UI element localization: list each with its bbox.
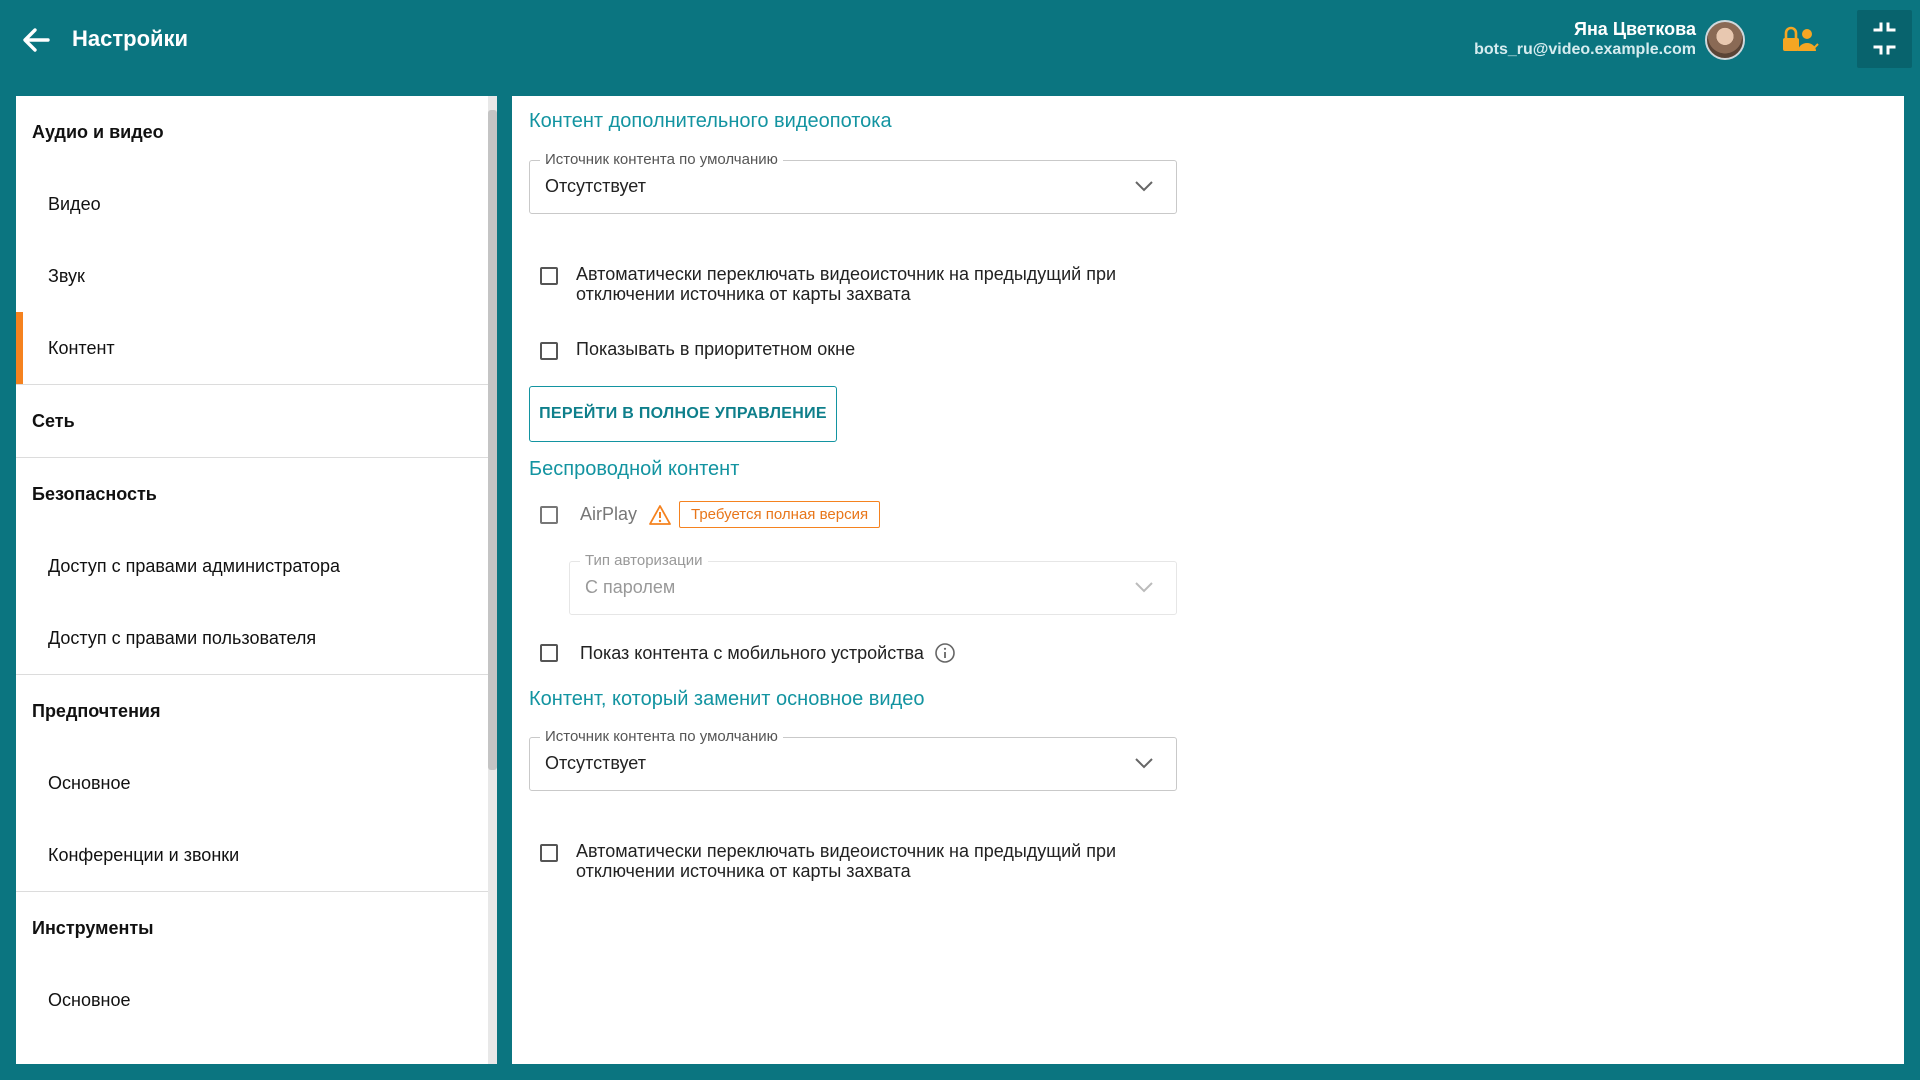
mobile-content-row[interactable]: Показ контента с мобильного устройства [540, 642, 956, 664]
auto-switch-checkbox[interactable] [540, 267, 558, 285]
chevron-down-icon [1135, 181, 1153, 192]
nav-section-network: Сеть [16, 385, 496, 458]
page-title: Настройки [72, 26, 189, 51]
user-name: Яна Цветкова [1574, 19, 1696, 39]
sidebar-item-preferences-general[interactable]: Основное [16, 747, 496, 819]
sidebar-item-admin-access[interactable]: Доступ с правами администратора [16, 530, 496, 602]
nav-section-tools: Инструменты Основное П... [16, 892, 496, 1064]
priority-window-checkbox-row[interactable]: Показывать в приоритетном окне [540, 339, 855, 360]
sidebar-scrollbar[interactable] [488, 96, 497, 1064]
full-version-required-badge: Требуется полная версия [679, 501, 881, 528]
section-title-replace-main: Контент, который заменит основное видео [529, 688, 925, 710]
content-settings-panel: Контент дополнительного видеопотока Исто… [512, 96, 1904, 1064]
sidebar-item-sound[interactable]: Звук [16, 240, 496, 312]
full-control-button[interactable]: ПЕРЕЙТИ В ПОЛНОЕ УПРАВЛЕНИЕ [529, 386, 837, 442]
chevron-down-icon [1135, 758, 1153, 769]
scrollbar-thumb[interactable] [488, 110, 497, 770]
section-title-secondary-stream: Контент дополнительного видеопотока [529, 110, 892, 132]
nav-header: Предпочтения [32, 701, 161, 721]
sidebar-item-tools-next[interactable]: П... [16, 1036, 496, 1064]
select-value: Отсутствует [545, 176, 646, 196]
top-bar: Настройки Яна Цветкова bots_ru@video.exa… [0, 0, 1920, 80]
select-label: Тип авторизации [580, 552, 708, 569]
replace-source-select[interactable]: Источник контента по умолчанию Отсутству… [529, 728, 1177, 791]
lock-user-icon[interactable] [1780, 22, 1820, 58]
collapse-fullscreen-button[interactable] [1857, 10, 1912, 68]
select-label: Источник контента по умолчанию [540, 728, 783, 745]
nav-header: Безопасность [32, 484, 157, 504]
nav-header: Инструменты [32, 918, 154, 938]
sidebar-item-user-access[interactable]: Доступ с правами пользователя [16, 602, 496, 674]
select-value: Отсутствует [545, 753, 646, 773]
airplay-row: AirPlay Требуется полная версия [540, 501, 881, 528]
auth-type-select: Тип авторизации С паролем [569, 552, 1177, 615]
select-label: Источник контента по умолчанию [540, 151, 783, 168]
chevron-down-icon [1135, 582, 1153, 593]
airplay-checkbox[interactable] [540, 505, 558, 524]
section-title-wireless: Беспроводной контент [529, 458, 740, 480]
auto-switch-checkbox-row[interactable]: Автоматически переключать видеоисточник … [540, 264, 1176, 304]
back-arrow-icon[interactable] [18, 22, 54, 58]
sidebar-item-tools-general[interactable]: Основное [16, 964, 496, 1036]
avatar[interactable] [1705, 20, 1745, 60]
settings-sidebar: Аудио и видео Видео Звук Контент Сеть Бе… [16, 96, 496, 1064]
secondary-source-select[interactable]: Источник контента по умолчанию Отсутству… [529, 151, 1177, 214]
sidebar-item-network[interactable]: Сеть [16, 385, 496, 457]
user-info: Яна Цветкова bots_ru@video.example.com [1474, 18, 1696, 60]
warning-icon [649, 504, 671, 525]
airplay-label: AirPlay [580, 504, 638, 524]
nav-header: Аудио и видео [32, 122, 164, 142]
checkbox-label: Автоматически переключать видеоисточник … [576, 841, 1117, 881]
replace-auto-switch-checkbox[interactable] [540, 844, 558, 862]
mobile-content-checkbox[interactable] [540, 644, 558, 662]
sidebar-item-content[interactable]: Контент [16, 312, 496, 384]
replace-auto-switch-checkbox-row[interactable]: Автоматически переключать видеоисточник … [540, 841, 1176, 881]
select-value: С паролем [585, 577, 676, 597]
sidebar-item-video[interactable]: Видео [16, 168, 496, 240]
checkbox-label: Показывать в приоритетном окне [576, 339, 856, 359]
sidebar-item-conferences-calls[interactable]: Конференции и звонки [16, 819, 496, 891]
info-icon[interactable] [934, 642, 956, 664]
user-email: bots_ru@video.example.com [1474, 41, 1696, 58]
mobile-content-label: Показ контента с мобильного устройства [580, 642, 924, 663]
nav-section-audio-video: Аудио и видео Видео Звук Контент [16, 96, 496, 385]
checkbox-label: Автоматически переключать видеоисточник … [576, 264, 1117, 304]
nav-section-security: Безопасность Доступ с правами администра… [16, 458, 496, 675]
nav-section-preferences: Предпочтения Основное Конференции и звон… [16, 675, 496, 892]
priority-window-checkbox[interactable] [540, 342, 558, 360]
